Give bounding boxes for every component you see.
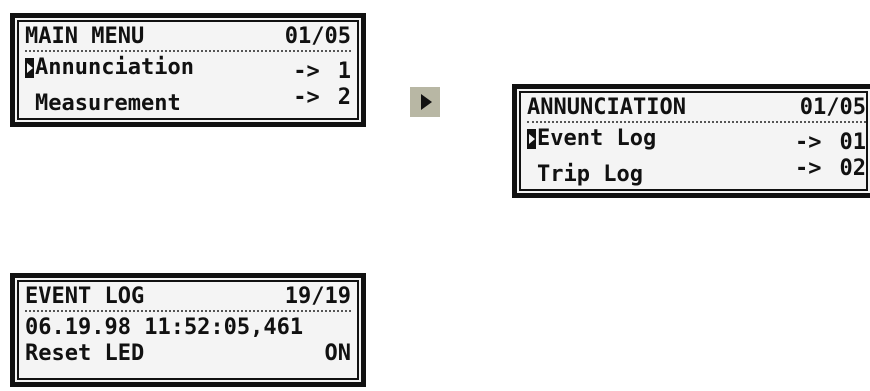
separator: [25, 310, 351, 312]
menu-item-event-log[interactable]: Event Log -> 01: [527, 126, 866, 156]
event-log-header: EVENT LOG 19/19: [25, 285, 351, 309]
menu-item-annunciation[interactable]: Annunciation -> 1: [25, 55, 351, 85]
menu-item-label: Annunciation: [35, 55, 194, 80]
link-arrow: ->: [795, 156, 822, 181]
annunciation-header: ANNUNCIATION 01/05: [527, 96, 866, 120]
event-label: Reset LED: [25, 341, 145, 366]
event-state: ON: [324, 341, 352, 366]
event-entry-row: Reset LED ON: [25, 341, 351, 367]
event-log-title: EVENT LOG: [25, 284, 145, 309]
right-arrow-icon[interactable]: [410, 87, 440, 117]
event-timestamp-row: 06.19.98 11:52:05,461: [25, 315, 351, 341]
event-log-display: EVENT LOG 19/19 06.19.98 11:52:05,461 Re…: [10, 273, 366, 387]
menu-item-measurement[interactable]: Measurement -> 2: [25, 85, 351, 117]
menu-item-trip-log[interactable]: Trip Log -> 02: [527, 156, 866, 188]
link-arrow: ->: [293, 59, 320, 84]
main-menu-display: MAIN MENU 01/05 Annunciation -> 1 Measure…: [10, 13, 366, 127]
annunciation-display: ANNUNCIATION 01/05 Event Log -> 01 Trip L…: [512, 84, 870, 198]
annunciation-page: 01/05: [799, 95, 866, 120]
selection-cursor-icon: [527, 129, 536, 149]
menu-item-label: Trip Log: [537, 162, 643, 187]
separator: [25, 50, 351, 52]
main-menu-title: MAIN MENU: [25, 24, 145, 49]
main-menu-header: MAIN MENU 01/05: [25, 25, 351, 49]
menu-item-label: Event Log: [537, 126, 657, 151]
annunciation-title: ANNUNCIATION: [527, 95, 686, 120]
separator: [527, 121, 866, 123]
selection-cursor-icon: [25, 58, 34, 78]
link-arrow: ->: [795, 130, 822, 155]
menu-item-index: 02: [839, 156, 867, 181]
link-arrow: ->: [293, 85, 320, 110]
event-log-page: 19/19: [284, 284, 351, 309]
menu-item-index: 01: [839, 130, 867, 155]
menu-item-index: 1: [337, 59, 351, 84]
event-timestamp: 06.19.98 11:52:05,461: [25, 315, 304, 340]
menu-item-index: 2: [337, 85, 351, 110]
menu-item-label: Measurement: [35, 91, 181, 116]
main-menu-page: 01/05: [284, 24, 351, 49]
